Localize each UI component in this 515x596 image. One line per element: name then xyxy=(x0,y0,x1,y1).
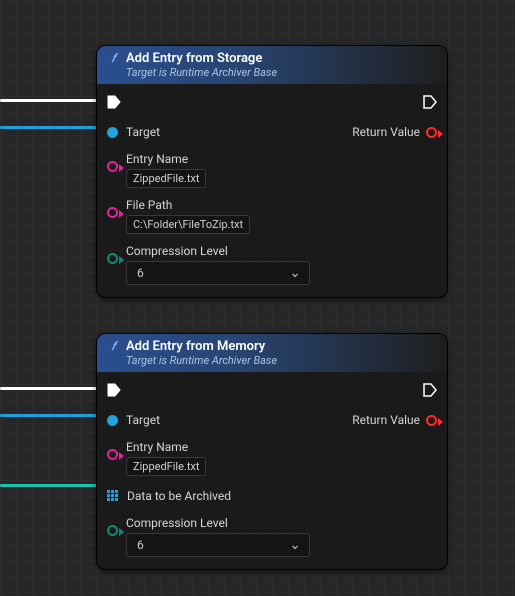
file-path-label: File Path xyxy=(126,198,250,212)
wire-target-to-storage xyxy=(0,126,98,129)
compression-level-dropdown[interactable]: 6 ⌄ xyxy=(126,533,310,557)
node-header[interactable]: 𝑓 Add Entry from Storage Target is Runti… xyxy=(97,46,447,84)
compression-level-pin[interactable] xyxy=(107,525,118,536)
compression-level-label: Compression Level xyxy=(126,516,310,530)
compression-level-value: 6 xyxy=(137,538,144,552)
entry-name-pin[interactable] xyxy=(107,161,118,172)
node-title: Add Entry from Storage xyxy=(126,51,262,66)
node-title: Add Entry from Memory xyxy=(126,339,265,354)
compression-level-label: Compression Level xyxy=(126,244,310,258)
entry-name-input[interactable]: ZippedFile.txt xyxy=(126,457,206,476)
node-subtitle: Target is Runtime Archiver Base xyxy=(126,354,437,367)
return-value-label: Return Value xyxy=(352,413,420,427)
exec-in-pin[interactable] xyxy=(107,95,121,109)
compression-level-pin[interactable] xyxy=(107,253,118,264)
compression-level-value: 6 xyxy=(137,266,144,280)
wire-data-to-memory xyxy=(0,484,98,487)
wire-exec-to-memory xyxy=(0,387,98,390)
data-label: Data to be Archived xyxy=(127,489,231,503)
file-path-input[interactable]: C:\Folder\FileToZip.txt xyxy=(126,215,250,234)
return-value-pin[interactable] xyxy=(426,415,437,426)
exec-out-pin[interactable] xyxy=(423,95,437,109)
return-value-pin[interactable] xyxy=(426,127,437,138)
wire-exec-to-storage xyxy=(0,99,98,102)
function-icon: 𝑓 xyxy=(107,340,120,353)
file-path-pin[interactable] xyxy=(107,207,118,218)
node-header[interactable]: 𝑓 Add Entry from Memory Target is Runtim… xyxy=(97,334,447,372)
compression-level-dropdown[interactable]: 6 ⌄ xyxy=(126,261,310,285)
node-body: Target Return Value Entry Name ZippedFil… xyxy=(97,372,447,569)
return-value-label: Return Value xyxy=(352,125,420,139)
node-add-entry-from-storage[interactable]: 𝑓 Add Entry from Storage Target is Runti… xyxy=(96,45,448,298)
target-label: Target xyxy=(126,413,160,427)
function-icon: 𝑓 xyxy=(107,52,120,65)
chevron-down-icon: ⌄ xyxy=(289,538,301,552)
exec-out-pin[interactable] xyxy=(423,383,437,397)
entry-name-label: Entry Name xyxy=(126,440,206,454)
target-in-pin[interactable] xyxy=(107,127,118,138)
node-body: Target Return Value Entry Name ZippedFil… xyxy=(97,84,447,297)
entry-name-pin[interactable] xyxy=(107,449,118,460)
target-in-pin[interactable] xyxy=(107,415,118,426)
exec-in-pin[interactable] xyxy=(107,383,121,397)
chevron-down-icon: ⌄ xyxy=(289,266,301,280)
data-array-pin[interactable] xyxy=(107,490,119,502)
entry-name-input[interactable]: ZippedFile.txt xyxy=(126,169,206,188)
target-label: Target xyxy=(126,125,160,139)
node-subtitle: Target is Runtime Archiver Base xyxy=(126,66,437,79)
entry-name-label: Entry Name xyxy=(126,152,206,166)
node-add-entry-from-memory[interactable]: 𝑓 Add Entry from Memory Target is Runtim… xyxy=(96,333,448,570)
wire-target-to-memory xyxy=(0,414,98,417)
